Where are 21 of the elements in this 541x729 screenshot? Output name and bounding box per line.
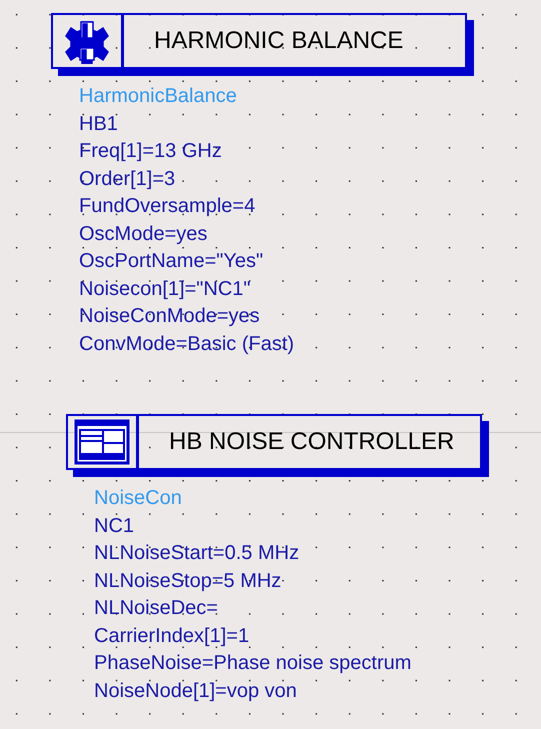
parameter-text: FundOversample=4: [79, 194, 256, 219]
window-icon: [74, 419, 130, 465]
component-type: HarmonicBalance: [79, 84, 238, 109]
parameter-text: NLNoiseStart=0.5 MHz: [94, 541, 300, 566]
instance-name: HB1: [79, 112, 119, 136]
component-title: HB NOISE CONTROLLER: [168, 427, 456, 457]
parameter-text: Noisecon[1]="NC1": [79, 276, 252, 302]
parameter-text: PhaseNoise=Phase noise spectrum: [94, 651, 412, 676]
parameter-text: OscMode=yes: [79, 222, 208, 246]
parameter-text: Order[1]=3: [79, 166, 176, 192]
parameter-text: NLNoiseStop=5 MHz: [94, 568, 282, 594]
parameter-text: OscPortName="Yes": [79, 249, 264, 274]
component-title: HARMONIC BALANCE: [153, 26, 404, 56]
parameter-text: ConvMode=Basic (Fast): [79, 332, 296, 356]
parameter-text: NLNoiseDec=: [94, 596, 219, 621]
parameter-text: NoiseConMode=yes: [79, 304, 261, 329]
parameter-text: Freq[1]=13 GHz: [79, 139, 223, 164]
instance-name: NC1: [94, 514, 136, 538]
parameter-text: CarrierIndex[1]=1: [94, 624, 250, 648]
component-type: NoiseCon: [94, 486, 183, 511]
parameter-text: NoiseNode[1]=vop von: [94, 678, 298, 704]
